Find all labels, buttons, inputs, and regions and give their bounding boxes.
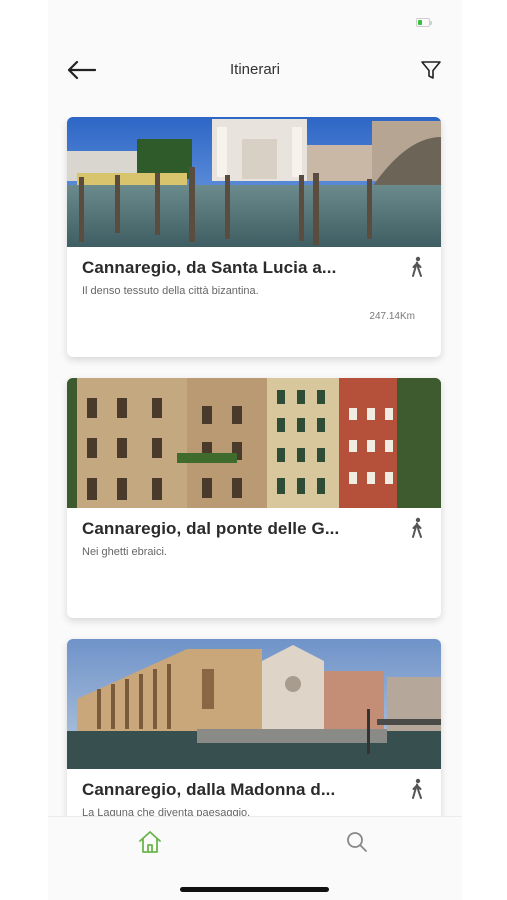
header: Itinerari bbox=[48, 50, 462, 90]
walking-person-icon bbox=[412, 256, 422, 277]
itinerary-subtitle: La Laguna che diventa paesaggio. bbox=[82, 807, 251, 816]
home-icon bbox=[139, 831, 161, 853]
walking-person-icon bbox=[412, 778, 422, 799]
tab-search[interactable] bbox=[343, 829, 371, 855]
filter-funnel-icon bbox=[421, 61, 441, 79]
home-indicator bbox=[180, 887, 329, 892]
tab-home[interactable] bbox=[136, 829, 164, 855]
status-bar bbox=[48, 0, 462, 44]
itinerary-image-ghetto-buildings bbox=[67, 378, 441, 508]
itinerary-card[interactable]: Cannaregio, da Santa Lucia a... Il denso… bbox=[67, 117, 441, 357]
tab-bar bbox=[48, 816, 462, 900]
itinerary-list[interactable]: Cannaregio, da Santa Lucia a... Il denso… bbox=[48, 117, 462, 816]
itinerary-distance: 247.14Km bbox=[369, 311, 415, 322]
itinerary-title: Cannaregio, dalla Madonna d... bbox=[82, 780, 336, 799]
search-icon bbox=[347, 832, 367, 852]
battery-icon bbox=[416, 18, 432, 27]
itinerary-subtitle: Il denso tessuto della città bizantina. bbox=[82, 285, 259, 297]
itinerary-image-grand-canal bbox=[67, 117, 441, 247]
filter-button[interactable] bbox=[418, 56, 444, 84]
itinerary-title: Cannaregio, dal ponte delle G... bbox=[82, 519, 340, 538]
itinerary-subtitle: Nei ghetti ebraici. bbox=[82, 546, 167, 558]
app-screen: Itinerari Cannaregio, da Santa Lucia a..… bbox=[48, 0, 462, 900]
itinerary-card[interactable]: Cannaregio, dalla Madonna d... La Laguna… bbox=[67, 639, 441, 816]
itinerary-image-madonna-dell-orto bbox=[67, 639, 441, 769]
itinerary-title: Cannaregio, da Santa Lucia a... bbox=[82, 258, 337, 277]
page-title: Itinerari bbox=[229, 61, 281, 78]
itinerary-card[interactable]: Cannaregio, dal ponte delle G... Nei ghe… bbox=[67, 378, 441, 618]
walking-person-icon bbox=[412, 517, 422, 538]
